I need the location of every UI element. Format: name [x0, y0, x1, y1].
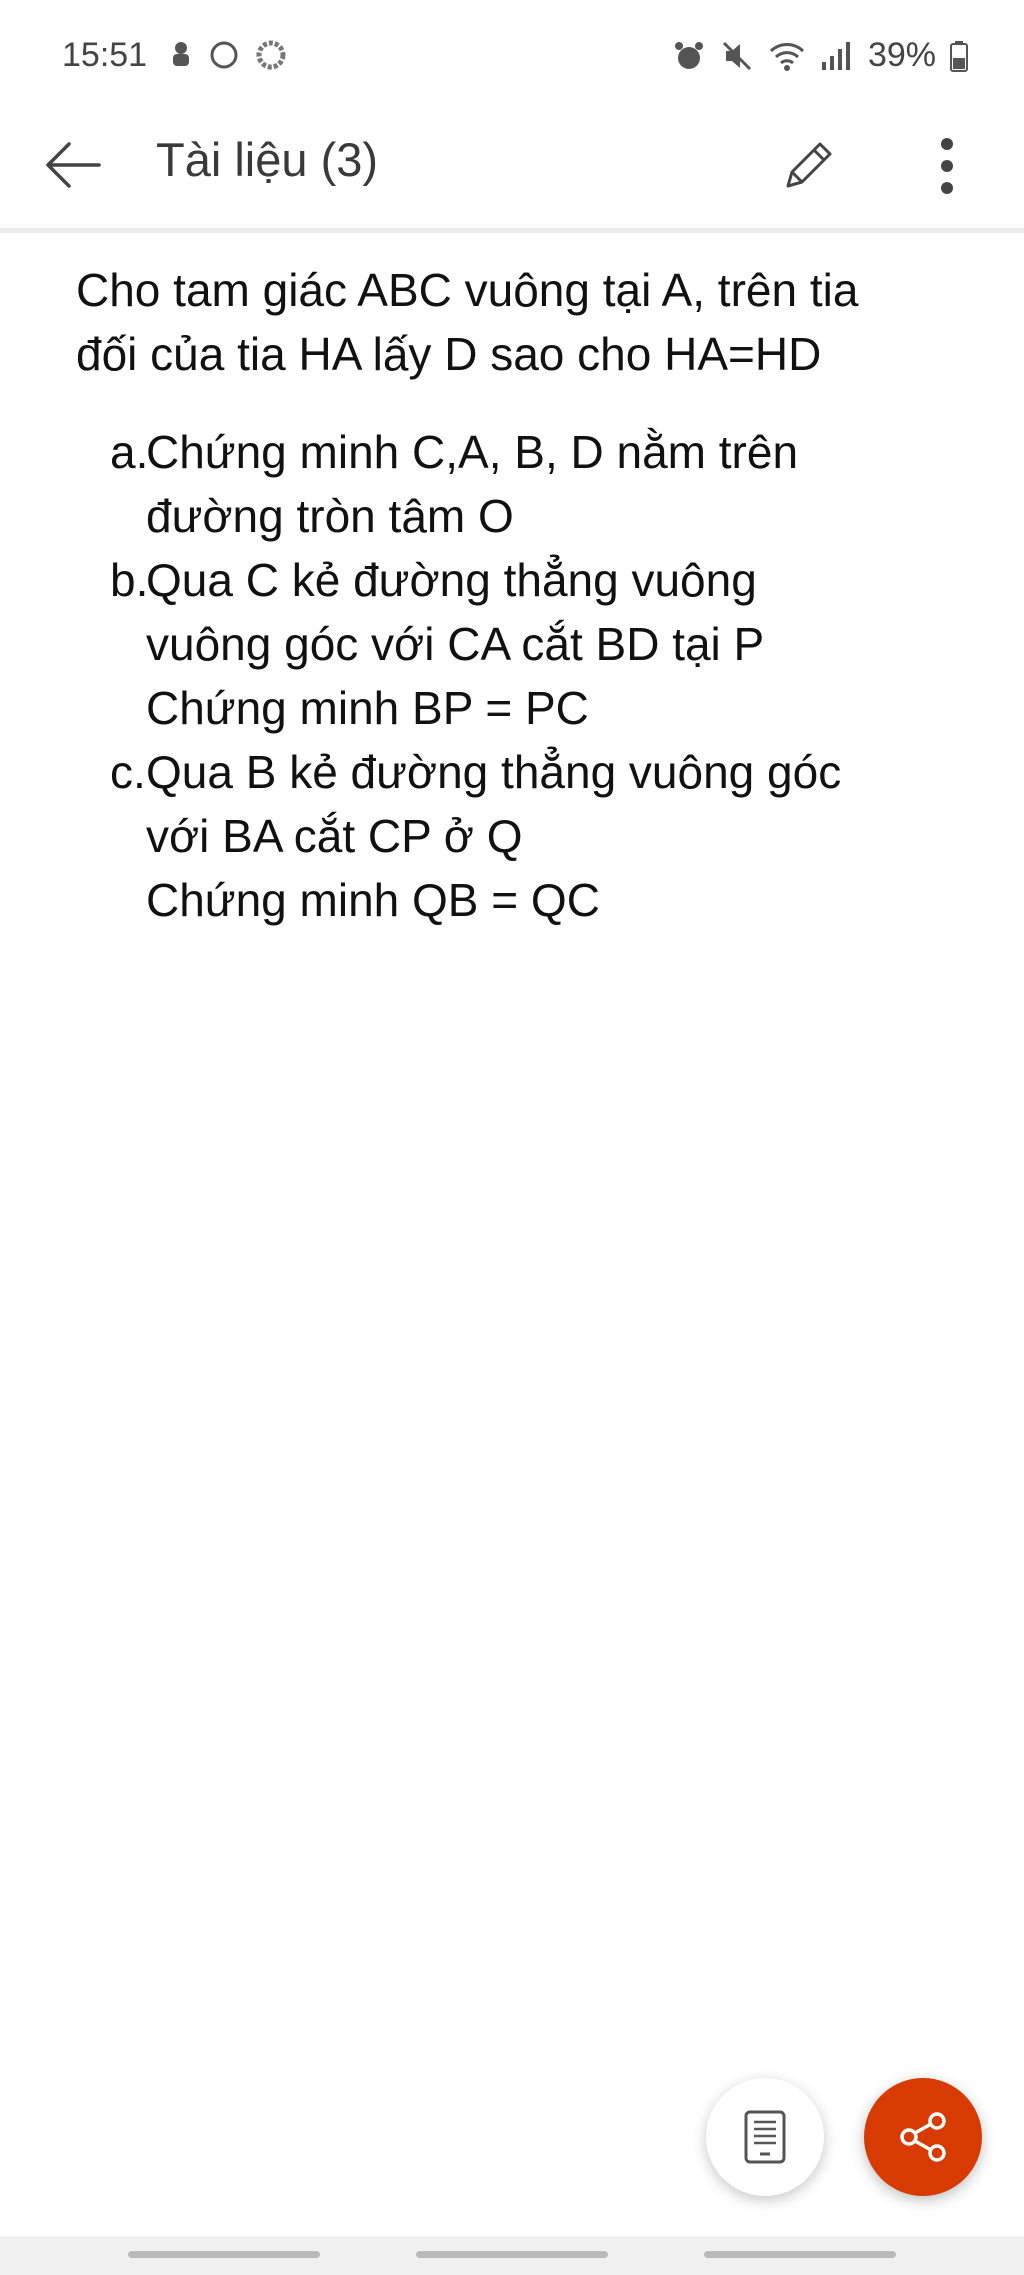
app-bar: Tài liệu (3) [0, 110, 1024, 233]
share-button[interactable] [864, 2078, 982, 2196]
edit-button[interactable] [770, 128, 846, 204]
notification-icon [173, 42, 189, 66]
list-item: b. Qua C kẻ đường thẳng vuông vuông góc … [110, 548, 956, 740]
document-body[interactable]: Cho tam giác ABC vuông tại A, trên tia đ… [76, 258, 956, 932]
list-item-line: Qua B kẻ đường thẳng vuông góc [146, 746, 842, 798]
list-item-line: Chứng minh BP = PC [146, 682, 589, 734]
wifi-icon [769, 42, 804, 71]
status-time: 15:51 [62, 36, 148, 74]
mute-icon [722, 41, 751, 70]
list-marker: b. [110, 554, 149, 606]
list-item-line: với BA cắt CP ở Q [146, 810, 523, 862]
signal-icon [821, 41, 850, 70]
circle-icon [210, 41, 238, 69]
intro-line: Cho tam giác ABC vuông tại A, trên tia [76, 264, 859, 316]
back-arrow-icon [46, 142, 101, 188]
list-item-line: Chứng minh C,A, B, D nằm trên [146, 426, 799, 478]
reading-view-icon [744, 2110, 786, 2164]
list-item-line: đường tròn tâm O [146, 490, 514, 542]
status-right: 39% [672, 36, 968, 75]
intro-line: đối của tia HA lấy D sao cho HA=HD [76, 328, 822, 380]
battery-icon [950, 40, 968, 72]
battery-level: 39% [867, 36, 936, 74]
more-options-button[interactable] [912, 128, 982, 204]
list-item: c. Qua B kẻ đường thẳng vuông góc với BA… [110, 740, 956, 932]
list-item: a. Chứng minh C,A, B, D nằm trên đường t… [110, 420, 956, 548]
share-icon [900, 2112, 946, 2162]
nav-recent-handle[interactable] [128, 2251, 320, 2258]
status-bar: 15:51 39% [0, 0, 1024, 110]
alarm-icon [674, 41, 703, 69]
question-list: a. Chứng minh C,A, B, D nằm trên đường t… [76, 420, 956, 932]
list-item-line: Chứng minh QB = QC [146, 874, 600, 926]
more-vertical-icon [941, 138, 953, 194]
list-item-line: Qua C kẻ đường thẳng vuông [146, 554, 757, 606]
list-marker: c. [110, 746, 146, 798]
back-button[interactable] [38, 130, 108, 200]
nav-back-handle[interactable] [704, 2251, 896, 2258]
system-nav-bar [0, 2236, 1024, 2275]
problem-statement: Cho tam giác ABC vuông tại A, trên tia đ… [76, 258, 956, 386]
list-marker: a. [110, 426, 149, 478]
ring-icon [256, 40, 286, 70]
list-item-line: vuông góc với CA cắt BD tại P [146, 618, 765, 670]
status-left-icons [168, 38, 288, 72]
page-title: Tài liệu (3) [156, 133, 379, 186]
pencil-icon [786, 142, 832, 188]
nav-home-handle[interactable] [416, 2251, 608, 2258]
reading-view-button[interactable] [706, 2078, 824, 2196]
